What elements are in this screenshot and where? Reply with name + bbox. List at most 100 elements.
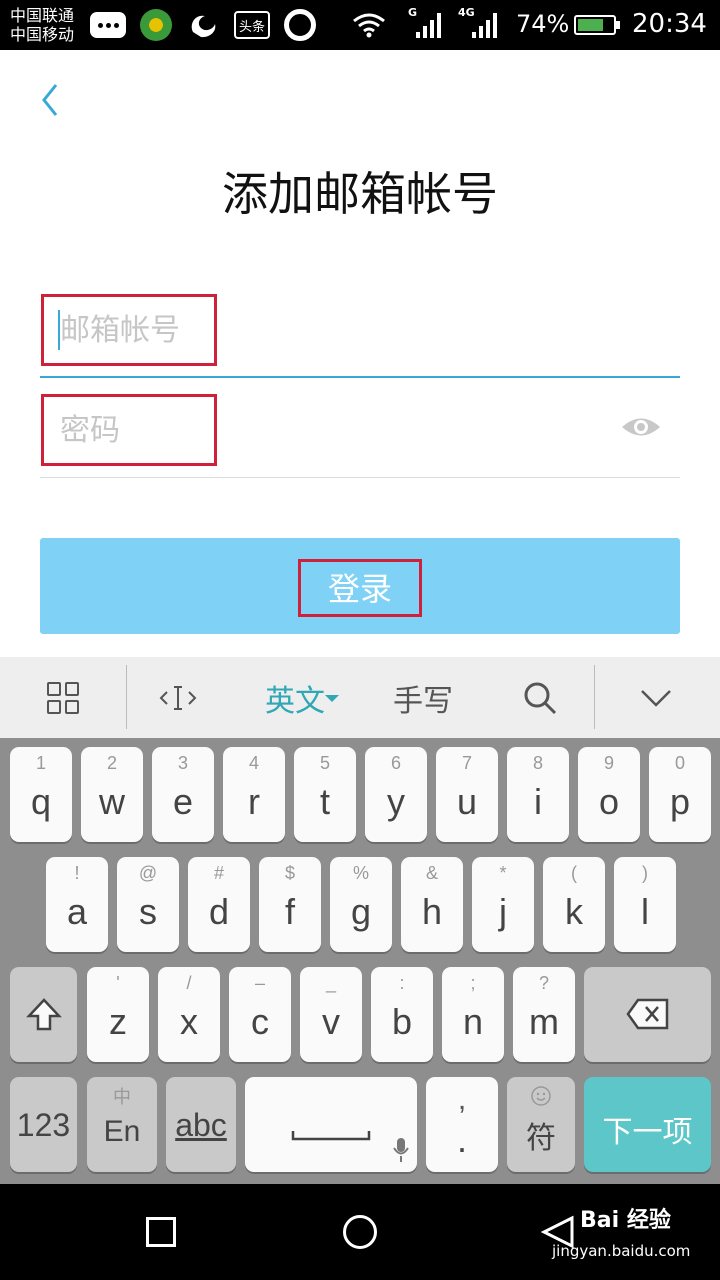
key-c[interactable]: – c — [229, 967, 291, 1062]
search-button[interactable] — [510, 657, 570, 738]
handwrite-label: 手写 — [393, 683, 453, 719]
key-label: g — [350, 891, 372, 932]
key-e[interactable]: 3e — [152, 747, 214, 842]
symbol-key-label: 符 — [526, 1122, 556, 1155]
key-label: m — [529, 1001, 559, 1042]
key-sub-label: 8 — [532, 753, 543, 773]
key-label: j — [499, 891, 507, 932]
key-sub-label: # — [213, 863, 224, 883]
key-sub-label: 5 — [319, 753, 330, 773]
collapse-keyboard-button[interactable] — [626, 657, 686, 738]
password-field[interactable] — [40, 392, 680, 478]
key-q[interactable]: 1q — [10, 747, 72, 842]
punctuation-key[interactable]: , . — [426, 1077, 498, 1172]
key-sub-label: 4 — [248, 753, 259, 773]
shift-icon — [26, 998, 62, 1031]
key-m[interactable]: ? m — [513, 967, 575, 1062]
backspace-key[interactable] — [584, 967, 711, 1062]
key-label: t — [319, 781, 330, 822]
abc-key[interactable]: abc — [166, 1077, 236, 1172]
key-label: b — [391, 1001, 413, 1042]
keyboard-toolbar: 英文 手写 — [0, 657, 720, 738]
key-x[interactable]: / x — [158, 967, 220, 1062]
key-s[interactable]: @ s — [117, 857, 179, 952]
key-k[interactable]: (k — [543, 857, 605, 952]
key-l[interactable]: ) l — [614, 857, 676, 952]
qq-browser-icon — [284, 9, 316, 41]
key-sub-label: & — [425, 863, 438, 883]
circle-icon[interactable] — [343, 1215, 377, 1249]
key-t[interactable]: 5t — [294, 747, 356, 842]
language-key[interactable]: 中 En — [87, 1077, 157, 1172]
comma-label: , — [457, 1083, 467, 1116]
square-icon[interactable] — [146, 1217, 176, 1247]
language-switch[interactable]: 英文 — [252, 657, 352, 738]
key-label: e — [172, 781, 194, 822]
numbers-key-label: 123 — [16, 1107, 71, 1143]
password-input[interactable] — [60, 408, 580, 452]
key-d[interactable]: # d — [188, 857, 250, 952]
language-label: 英文 — [265, 683, 325, 719]
cursor-button[interactable] — [148, 657, 208, 738]
email-field[interactable] — [40, 292, 680, 378]
key-label: k — [565, 891, 583, 932]
key-w[interactable]: 2w — [81, 747, 143, 842]
key-sub-label: @ — [138, 863, 158, 883]
watermark-url: jingyan.baidu.com — [552, 1242, 691, 1260]
show-password-toggle[interactable] — [620, 414, 662, 440]
key-r[interactable]: 4r — [223, 747, 285, 842]
key-label: w — [99, 781, 125, 822]
back-button[interactable] — [36, 80, 66, 120]
navigation-bar: Bai 经验 jingyan.baidu.com — [0, 1184, 720, 1280]
key-b[interactable]: :b — [371, 967, 433, 1062]
key-sub-label: : — [399, 973, 405, 993]
key-label: u — [456, 781, 478, 822]
key-label: z — [109, 1001, 127, 1042]
key-n[interactable]: ; n — [442, 967, 504, 1062]
login-button[interactable]: 登录 — [40, 538, 680, 634]
chevron-down-icon — [641, 689, 671, 707]
key-label: r — [248, 781, 260, 822]
space-key[interactable] — [245, 1077, 417, 1172]
key-j[interactable]: * j — [472, 857, 534, 952]
key-sub-label: – — [254, 973, 265, 993]
key-y[interactable]: 6y — [365, 747, 427, 842]
key-sub-label: / — [186, 973, 192, 993]
emoji-icon — [531, 1086, 551, 1106]
page-title: 添加邮箱帐号 — [222, 167, 498, 221]
key-g[interactable]: % g — [330, 857, 392, 952]
status-bar: 中国联通 中国移动 头条 G 4G 74% 20:34 — [0, 0, 720, 50]
key-i[interactable]: 8i — [507, 747, 569, 842]
shift-key[interactable] — [10, 967, 77, 1062]
keyboard-menu-button[interactable] — [30, 657, 96, 738]
key-label: x — [180, 1001, 198, 1042]
key-label: y — [387, 781, 405, 822]
key-label: c — [251, 1001, 269, 1042]
key-sub-label: ( — [571, 863, 577, 883]
key-label: n — [462, 1001, 484, 1042]
handwrite-button[interactable]: 手写 — [380, 657, 466, 738]
next-key-label: 下一项 — [602, 1116, 693, 1149]
key-sub-label: ? — [538, 973, 549, 993]
key-sub-label: 7 — [461, 753, 472, 773]
email-input[interactable] — [60, 308, 580, 352]
symbol-key[interactable]: 符 — [507, 1077, 575, 1172]
next-key[interactable]: 下一项 — [584, 1077, 711, 1172]
key-h[interactable]: & h — [401, 857, 463, 952]
toolbar-divider — [126, 665, 127, 729]
period-label: . — [456, 1119, 467, 1160]
key-u[interactable]: 7u — [436, 747, 498, 842]
key-sub-label: ' — [116, 973, 120, 993]
key-f[interactable]: $ f — [259, 857, 321, 952]
key-v[interactable]: _ v — [300, 967, 362, 1062]
key-o[interactable]: 9o — [578, 747, 640, 842]
carrier-2: 中国移动 — [10, 25, 75, 44]
key-sub-label: 3 — [177, 753, 188, 773]
keyboard: 1q2w3e4r5t6y7u8i9o0p ! a @ s # d $ f% g & h * j(k) l … — [0, 738, 720, 1184]
key-a[interactable]: ! a — [46, 857, 108, 952]
cursor-icon — [159, 685, 197, 710]
key-p[interactable]: 0p — [649, 747, 711, 842]
key-sub-label: ; — [470, 973, 476, 993]
key-z[interactable]: ' z — [87, 967, 149, 1062]
numbers-key[interactable]: 123 — [10, 1077, 77, 1172]
